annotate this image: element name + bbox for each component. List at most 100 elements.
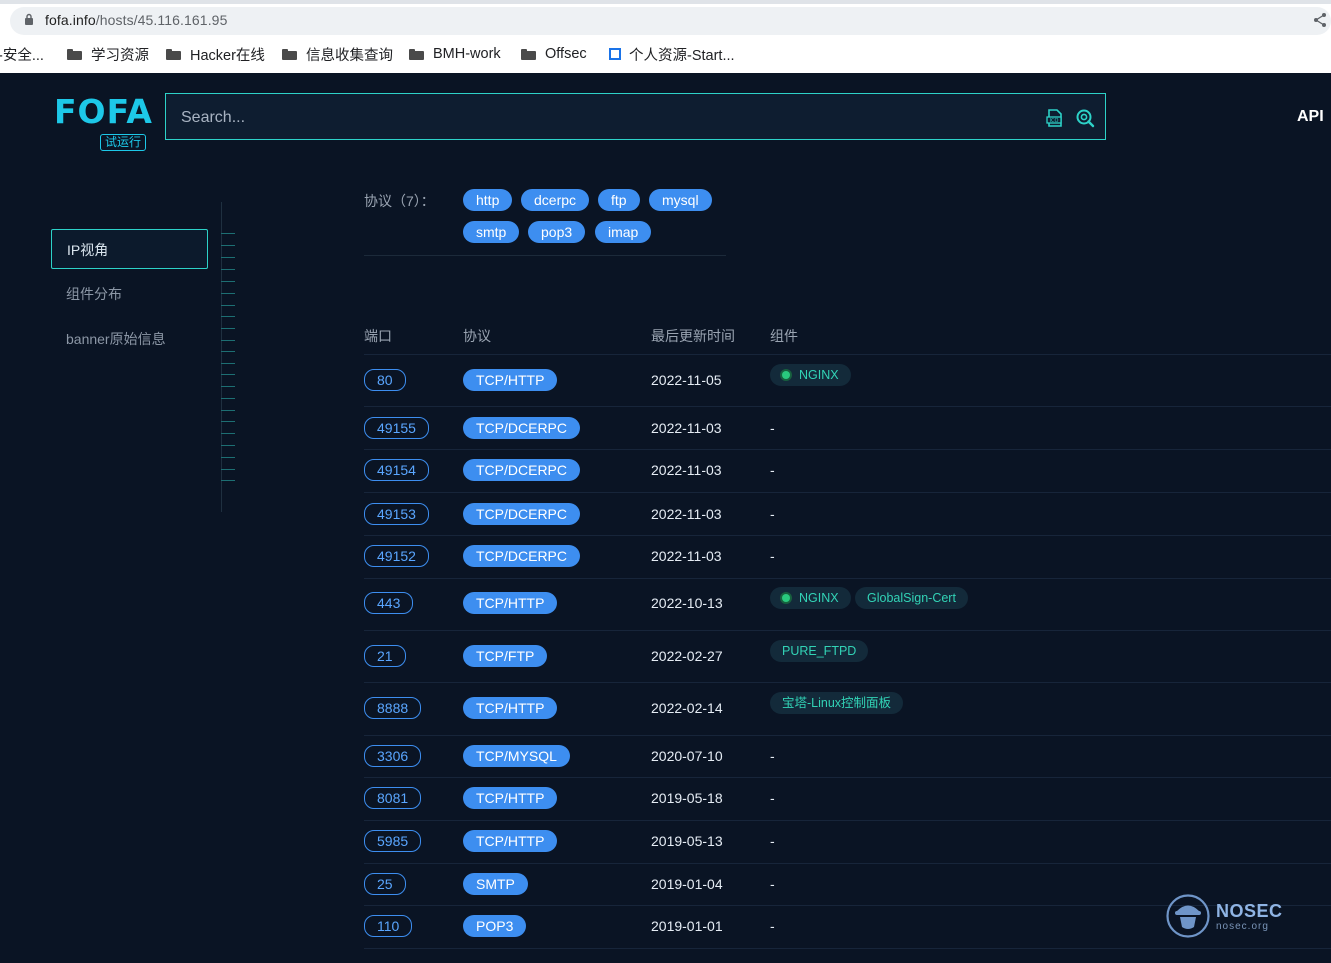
port-tag[interactable]: 80 — [364, 369, 406, 391]
port-tag[interactable]: 110 — [364, 915, 413, 937]
column-header-component: 组件 — [770, 328, 798, 344]
protocol-tag[interactable]: http — [463, 189, 513, 211]
logo-badge: 试运行 — [100, 134, 147, 151]
port-tag[interactable]: 21 — [364, 645, 406, 667]
svg-text:ICO: ICO — [1050, 118, 1059, 124]
component-tag[interactable]: NGINX — [770, 587, 851, 609]
protocol-count-label: 协议（7）： — [364, 193, 435, 209]
nosec-domain: nosec.org — [1216, 921, 1269, 932]
sidebar-item-component-distribution[interactable]: 组件分布 — [51, 274, 208, 314]
protocol-tag[interactable]: pop3 — [528, 221, 586, 243]
updated-date: 2022-02-14 — [651, 700, 723, 716]
icon-search-file-icon[interactable]: ICO — [1045, 108, 1065, 128]
component-tag[interactable]: NGINX — [770, 364, 851, 386]
port-tag[interactable]: 25 — [364, 873, 406, 895]
column-header-port: 端口 — [364, 328, 392, 344]
bookmark-item[interactable]: 个人资源-Start... — [609, 43, 735, 65]
logo-text: FOFA — [54, 92, 153, 131]
bookmarks-bar: -安全... 学习资源 Hacker在线 信息收集查询 BMH-work Off… — [0, 43, 1331, 65]
protocol-tag[interactable]: smtp — [463, 221, 520, 243]
row-divider — [364, 578, 1331, 579]
protocol-tag[interactable]: TCP/DCERPC — [463, 545, 581, 567]
port-tag[interactable]: 49153 — [364, 503, 429, 525]
port-tag[interactable]: 49154 — [364, 459, 429, 481]
search-input[interactable] — [166, 94, 1043, 141]
scroll-tick — [221, 433, 235, 434]
fofa-logo[interactable]: FOFA 试运行 — [54, 94, 154, 154]
port-tag[interactable]: 5985 — [364, 830, 422, 852]
port-tag[interactable]: 443 — [364, 592, 414, 614]
url-text[interactable]: fofa.info/hosts/45.116.161.95 — [45, 12, 227, 28]
bookmark-label: BMH-work — [433, 46, 501, 62]
sidebar-item-ip-view[interactable]: IP视角 — [51, 229, 208, 269]
scroll-tick — [221, 328, 235, 329]
protocol-tag[interactable]: TCP/DCERPC — [463, 417, 581, 439]
bookmark-folder[interactable]: Offsec — [521, 43, 587, 65]
bookmark-label: Hacker在线 — [190, 47, 265, 64]
bookmark-label: -安全... — [0, 47, 44, 64]
bookmark-folder[interactable]: BMH-work — [409, 43, 501, 65]
protocol-tag[interactable]: TCP/HTTP — [463, 787, 558, 809]
protocol-tag[interactable]: ftp — [598, 189, 640, 211]
nginx-icon — [782, 594, 790, 602]
protocol-tag[interactable]: POP3 — [463, 915, 527, 937]
scroll-tick — [221, 421, 235, 422]
updated-date: 2019-05-13 — [651, 833, 723, 849]
sidebar-item-banner[interactable]: banner原始信息 — [51, 319, 208, 359]
updated-date: 2019-01-04 — [651, 876, 723, 892]
component-tag[interactable]: GlobalSign-Cert — [855, 587, 968, 609]
no-component: - — [770, 462, 775, 478]
protocol-tag[interactable]: TCP/HTTP — [463, 592, 558, 614]
updated-date: 2022-11-03 — [651, 548, 722, 564]
protocol-tag[interactable]: TCP/DCERPC — [463, 459, 581, 481]
port-tag[interactable]: 8888 — [364, 697, 422, 719]
url-path: /hosts/45.116.161.95 — [95, 12, 228, 28]
bookmark-label: 个人资源-Start... — [629, 47, 735, 64]
protocol-tag[interactable]: TCP/FTP — [463, 645, 548, 667]
protocol-tag[interactable]: SMTP — [463, 873, 528, 895]
port-tag[interactable]: 8081 — [364, 787, 422, 809]
api-link[interactable]: API — [1297, 108, 1324, 126]
scroll-tick — [221, 233, 235, 234]
share-icon[interactable] — [1312, 12, 1328, 28]
browser-chrome: fofa.info/hosts/45.116.161.95 -安全... 学习资… — [0, 0, 1331, 73]
scroll-tick — [221, 245, 235, 246]
folder-icon — [282, 48, 297, 60]
nosec-watermark: NOSEC nosec.org — [1166, 893, 1286, 941]
updated-date: 2022-11-03 — [651, 462, 722, 478]
row-divider — [364, 863, 1331, 864]
component-tag[interactable]: PURE_FTPD — [770, 640, 869, 662]
port-tag[interactable]: 3306 — [364, 745, 422, 767]
protocol-tag[interactable]: imap — [595, 221, 652, 243]
search-icon[interactable] — [1075, 108, 1095, 128]
scroll-tick — [221, 480, 235, 481]
folder-icon — [166, 48, 181, 60]
component-label: GlobalSign-Cert — [867, 591, 956, 605]
component-tag[interactable]: 宝塔-Linux控制面板 — [770, 692, 904, 714]
protocol-tag[interactable]: TCP/DCERPC — [463, 503, 581, 525]
protocol-tag[interactable]: TCP/MYSQL — [463, 745, 570, 767]
bookmark-label: Offsec — [545, 46, 587, 62]
component-label: PURE_FTPD — [782, 644, 857, 658]
port-tag[interactable]: 49152 — [364, 545, 429, 567]
tab-strip-edge — [0, 0, 1331, 4]
bookmark-folder[interactable]: Hacker在线 — [166, 43, 265, 65]
column-header-updated: 最后更新时间 — [651, 328, 735, 344]
port-tag[interactable]: 49155 — [364, 417, 429, 439]
protocol-tag[interactable]: dcerpc — [521, 189, 590, 211]
bookmark-item[interactable]: -安全... — [0, 43, 44, 65]
row-divider — [364, 682, 1331, 683]
scroll-tick — [221, 457, 235, 458]
bookmark-folder[interactable]: 信息收集查询 — [282, 43, 393, 65]
row-divider — [364, 948, 1331, 949]
search-box: ICO — [165, 93, 1106, 141]
protocol-tag[interactable]: TCP/HTTP — [463, 830, 558, 852]
lock-icon — [25, 13, 33, 25]
row-divider — [364, 406, 1331, 407]
component-label: NGINX — [799, 591, 839, 605]
bookmark-site-icon — [609, 48, 621, 60]
bookmark-folder[interactable]: 学习资源 — [67, 43, 149, 65]
protocol-tag[interactable]: mysql — [649, 189, 712, 211]
protocol-tag[interactable]: TCP/HTTP — [463, 697, 558, 719]
protocol-tag[interactable]: TCP/HTTP — [463, 369, 558, 391]
